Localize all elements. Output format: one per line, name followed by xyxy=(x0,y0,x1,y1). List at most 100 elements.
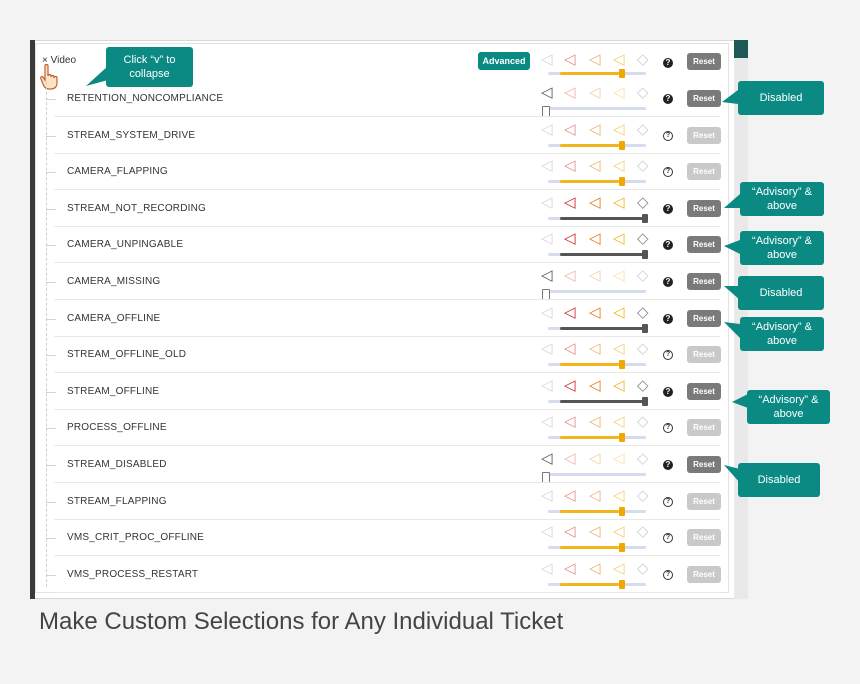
warning-alert-icon[interactable]: ◁ xyxy=(613,486,625,504)
severity-icons[interactable]: ◁ ◁ ◁ ◁ ◇ xyxy=(541,376,651,398)
major-alert-icon[interactable]: ◁ xyxy=(589,522,601,540)
severity-icons[interactable]: ◁ ◁ ◁ ◁ ◇ xyxy=(541,83,651,105)
slider-knob[interactable] xyxy=(618,579,625,589)
severity-icons-header[interactable]: ◁ ◁ ◁ ◁ ◇ xyxy=(541,50,651,72)
advisory-alert-icon[interactable]: ◇ xyxy=(637,193,649,211)
severity-slider[interactable] xyxy=(548,360,646,370)
severity-icons[interactable]: ◁ ◁ ◁ ◁ ◇ xyxy=(541,156,651,178)
slider-knob[interactable] xyxy=(618,177,625,187)
warning-alert-icon[interactable]: ◁ xyxy=(613,120,625,138)
major-alert-icon[interactable]: ◁ xyxy=(589,266,601,284)
warning-alert-icon[interactable]: ◁ xyxy=(613,229,625,247)
slider-knob[interactable] xyxy=(618,433,625,443)
help-icon[interactable]: ? xyxy=(663,58,673,68)
disabled-bell-icon[interactable]: ◁ xyxy=(541,156,553,174)
major-alert-icon[interactable]: ◁ xyxy=(589,449,601,467)
advisory-alert-icon[interactable]: ◇ xyxy=(637,229,649,247)
help-icon[interactable]: ? xyxy=(663,203,673,214)
reset-button[interactable]: Reset xyxy=(687,565,721,583)
severity-slider[interactable] xyxy=(542,472,646,483)
slider-knob[interactable] xyxy=(618,360,625,370)
severity-slider[interactable] xyxy=(548,323,648,333)
reset-button[interactable]: Reset xyxy=(687,273,721,290)
critical-alert-icon[interactable]: ◁ xyxy=(564,339,576,357)
help-icon[interactable]: ? xyxy=(663,533,673,544)
warning-alert-icon[interactable]: ◁ xyxy=(613,339,625,357)
severity-icons[interactable]: ◁ ◁ ◁ ◁ ◇ xyxy=(541,486,651,508)
help-icon[interactable]: ? xyxy=(663,313,673,324)
disabled-bell-icon[interactable]: ◁ xyxy=(541,303,553,321)
severity-icons[interactable]: ◁ ◁ ◁ ◁ ◇ xyxy=(541,266,651,288)
help-icon[interactable]: ? xyxy=(663,240,673,251)
severity-icons[interactable]: ◁ ◁ ◁ ◁ ◇ xyxy=(541,120,651,142)
major-alert-icon[interactable]: ◁ xyxy=(589,486,601,504)
major-alert-icon[interactable]: ◁ xyxy=(589,193,601,211)
critical-alert-icon[interactable]: ◁ xyxy=(564,486,576,504)
help-icon[interactable]: ? xyxy=(663,386,673,397)
disabled-bell-icon[interactable]: ◁ xyxy=(541,339,553,357)
advisory-alert-icon[interactable]: ◇ xyxy=(637,303,649,321)
warning-alert-icon[interactable]: ◁ xyxy=(613,83,625,101)
critical-alert-icon[interactable]: ◁ xyxy=(564,449,576,467)
major-alert-icon[interactable]: ◁ xyxy=(589,120,601,138)
slider-knob[interactable] xyxy=(642,323,648,333)
critical-alert-icon[interactable]: ◁ xyxy=(564,376,576,394)
warning-alert-icon[interactable]: ◁ xyxy=(613,50,625,68)
severity-slider-header[interactable] xyxy=(548,69,646,78)
critical-alert-icon[interactable]: ◁ xyxy=(564,156,576,174)
severity-slider[interactable] xyxy=(548,177,646,187)
critical-alert-icon[interactable]: ◁ xyxy=(564,522,576,540)
reset-button[interactable]: Reset xyxy=(687,492,721,510)
critical-alert-icon[interactable]: ◁ xyxy=(564,120,576,138)
severity-slider[interactable] xyxy=(542,289,646,300)
severity-icons[interactable]: ◁ ◁ ◁ ◁ ◇ xyxy=(541,522,651,544)
reset-button[interactable]: Reset xyxy=(687,199,721,217)
severity-slider[interactable] xyxy=(548,396,648,406)
reset-button[interactable]: Reset xyxy=(687,309,721,327)
disabled-bell-icon[interactable]: ◁ xyxy=(541,449,553,467)
reset-button[interactable]: Reset xyxy=(687,126,721,144)
disabled-bell-icon[interactable]: ◁ xyxy=(541,50,553,68)
advisory-alert-icon[interactable]: ◇ xyxy=(637,376,649,394)
severity-slider[interactable] xyxy=(548,579,646,589)
reset-button[interactable]: Reset xyxy=(687,346,721,364)
severity-icons[interactable]: ◁ ◁ ◁ ◁ ◇ xyxy=(541,303,651,325)
warning-alert-icon[interactable]: ◁ xyxy=(613,412,625,430)
disabled-bell-icon[interactable]: ◁ xyxy=(541,412,553,430)
warning-alert-icon[interactable]: ◁ xyxy=(613,266,625,284)
critical-alert-icon[interactable]: ◁ xyxy=(564,193,576,211)
help-icon[interactable]: ? xyxy=(663,460,673,470)
severity-slider[interactable] xyxy=(548,213,648,223)
advisory-alert-icon[interactable]: ◇ xyxy=(637,449,649,467)
slider-knob[interactable] xyxy=(618,140,625,150)
severity-slider[interactable] xyxy=(548,140,646,150)
critical-alert-icon[interactable]: ◁ xyxy=(564,83,576,101)
critical-alert-icon[interactable]: ◁ xyxy=(564,229,576,247)
severity-icons[interactable]: ◁ ◁ ◁ ◁ ◇ xyxy=(541,449,651,471)
disabled-bell-icon[interactable]: ◁ xyxy=(541,83,553,101)
advisory-alert-icon[interactable]: ◇ xyxy=(637,120,649,138)
advisory-alert-icon[interactable]: ◇ xyxy=(637,339,649,357)
warning-alert-icon[interactable]: ◁ xyxy=(613,156,625,174)
severity-slider[interactable] xyxy=(548,543,646,553)
reset-button[interactable]: Reset xyxy=(687,529,721,547)
reset-button[interactable]: Reset xyxy=(687,163,721,181)
critical-alert-icon[interactable]: ◁ xyxy=(564,266,576,284)
critical-alert-icon[interactable]: ◁ xyxy=(564,50,576,68)
slider-knob[interactable] xyxy=(618,506,625,516)
critical-alert-icon[interactable]: ◁ xyxy=(564,559,576,577)
major-alert-icon[interactable]: ◁ xyxy=(589,156,601,174)
major-alert-icon[interactable]: ◁ xyxy=(589,50,601,68)
advisory-alert-icon[interactable]: ◇ xyxy=(637,156,649,174)
reset-button[interactable]: Reset xyxy=(687,382,721,400)
disabled-bell-icon[interactable]: ◁ xyxy=(541,120,553,138)
warning-alert-icon[interactable]: ◁ xyxy=(613,193,625,211)
major-alert-icon[interactable]: ◁ xyxy=(589,559,601,577)
reset-button[interactable]: Reset xyxy=(687,419,721,437)
advisory-alert-icon[interactable]: ◇ xyxy=(637,83,649,101)
severity-slider[interactable] xyxy=(542,106,646,117)
help-icon[interactable]: ? xyxy=(663,569,673,580)
severity-icons[interactable]: ◁ ◁ ◁ ◁ ◇ xyxy=(541,229,651,251)
warning-alert-icon[interactable]: ◁ xyxy=(613,449,625,467)
help-icon[interactable]: ? xyxy=(663,423,673,434)
